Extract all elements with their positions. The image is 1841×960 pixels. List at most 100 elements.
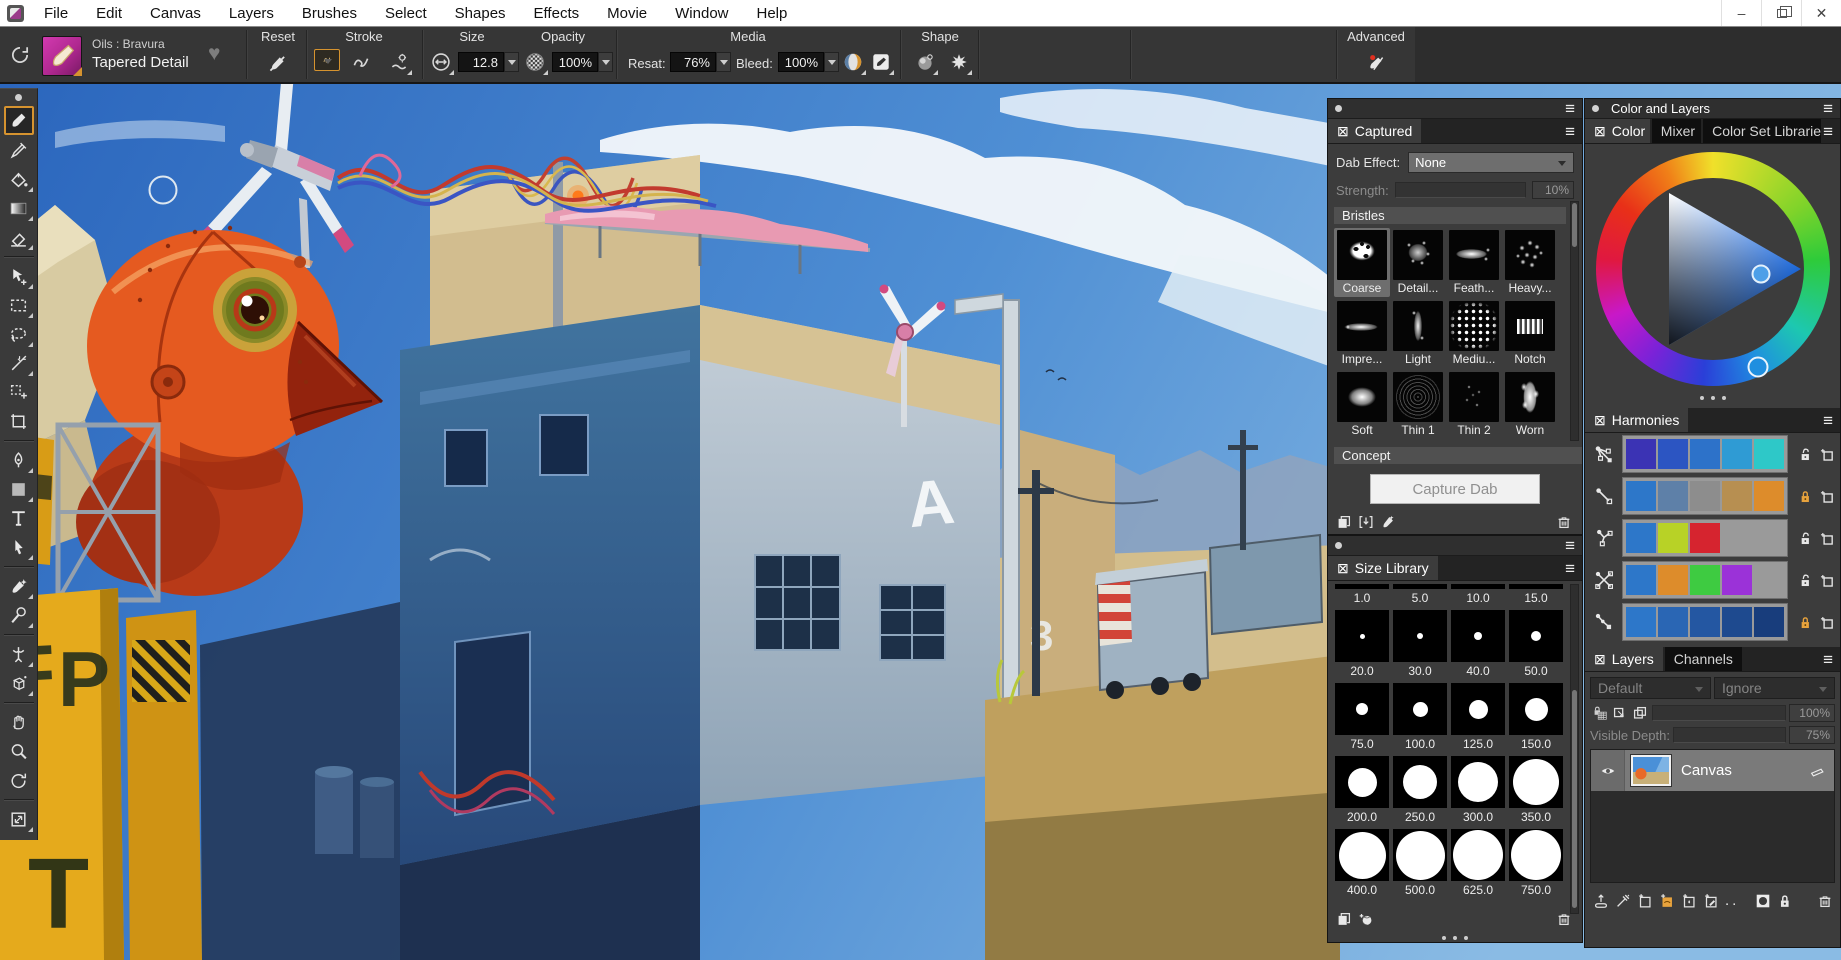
perspective-guides-tool[interactable] [4, 670, 34, 697]
tab-close-icon[interactable]: ⊠ [1594, 123, 1606, 140]
favorite-heart-icon[interactable]: ♥ [208, 42, 220, 66]
tab-close-icon[interactable]: ⊠ [1594, 651, 1606, 668]
panel-menu-icon[interactable]: ≡ [1823, 100, 1833, 117]
restore-icon[interactable] [1761, 0, 1801, 26]
harmony-swatch-strip[interactable] [1622, 561, 1788, 599]
lock-layer-icon[interactable] [1775, 891, 1794, 910]
add-swatch-icon[interactable] [1819, 529, 1836, 547]
layer-adjuster-tool[interactable] [4, 263, 34, 290]
close-icon[interactable]: ✕ [1801, 0, 1841, 26]
tetradic-harmony-icon[interactable] [1591, 567, 1617, 593]
lock-open-icon[interactable] [1797, 529, 1814, 547]
concept-header[interactable]: Concept [1334, 447, 1582, 464]
harmony-swatch[interactable] [1658, 481, 1688, 511]
size-item-15.0[interactable]: 15.0 [1507, 583, 1565, 609]
visible-depth-slider[interactable] [1673, 727, 1786, 743]
tab-size-library[interactable]: ⊠ Size Library [1328, 556, 1438, 580]
delete-size-icon[interactable] [1554, 910, 1573, 929]
new-watercolor-layer-icon[interactable] [1657, 891, 1676, 910]
menu-select[interactable]: Select [371, 0, 441, 26]
size-item-300.0[interactable]: 300.0 [1449, 755, 1507, 828]
harmony-swatch[interactable] [1626, 439, 1656, 469]
harmony-swatch[interactable] [1754, 607, 1784, 637]
size-item-100.0[interactable]: 100.0 [1391, 682, 1449, 755]
pickup-underlying-icon[interactable] [1610, 703, 1629, 722]
menu-brushes[interactable]: Brushes [288, 0, 371, 26]
complementary-harmony-icon[interactable] [1591, 483, 1617, 509]
restore-default-variant-icon[interactable] [7, 42, 33, 68]
resat-value[interactable]: 76% [670, 52, 716, 72]
analogous-harmony-icon[interactable] [1591, 441, 1617, 467]
add-swatch-icon[interactable] [1819, 571, 1836, 589]
size-item-750.0[interactable]: 750.0 [1507, 828, 1565, 901]
strength-slider[interactable] [1395, 182, 1526, 198]
tab-channels[interactable]: Channels [1665, 647, 1742, 671]
bristle-dab-detail-[interactable]: Detail... [1390, 228, 1446, 297]
straight-line-stroke-icon[interactable] [348, 49, 374, 75]
bristle-dab-heavy-[interactable]: Heavy... [1502, 228, 1558, 297]
dropper-tool[interactable] [4, 137, 34, 164]
harmony-swatch[interactable] [1658, 607, 1688, 637]
bristle-dab-worn[interactable]: Worn [1502, 370, 1558, 439]
divine-proportion-tool[interactable] [4, 641, 34, 668]
bleed-value[interactable]: 100% [778, 52, 824, 72]
harmony-swatch[interactable] [1626, 523, 1656, 553]
harmony-swatch[interactable] [1658, 523, 1688, 553]
harmony-swatch[interactable] [1690, 481, 1720, 511]
layer-visibility-eye-icon[interactable] [1598, 761, 1617, 780]
lock-closed-icon[interactable] [1797, 487, 1814, 505]
menu-shapes[interactable]: Shapes [441, 0, 520, 26]
bleed-dropdown-icon[interactable] [824, 52, 839, 72]
bristle-dab-thin-2[interactable]: Thin 2 [1446, 370, 1502, 439]
apply-dab-icon[interactable] [1378, 513, 1397, 532]
size-library-options-icon[interactable]: ≡ [1565, 556, 1582, 580]
cloner-tool[interactable] [4, 573, 34, 600]
harmony-swatch[interactable] [1754, 481, 1784, 511]
size-item-625.0[interactable]: 625.0 [1449, 828, 1507, 901]
copy-size-icon[interactable] [1334, 910, 1353, 929]
harmony-swatch-strip[interactable] [1622, 603, 1788, 641]
tab-captured[interactable]: ⊠ Captured [1328, 119, 1421, 143]
sv-marker[interactable] [1752, 266, 1769, 283]
harmony-swatch[interactable] [1754, 439, 1784, 469]
opacity-icon[interactable] [522, 49, 548, 75]
menu-effects[interactable]: Effects [520, 0, 594, 26]
new-liquid-ink-layer-icon[interactable] [1679, 891, 1698, 910]
size-item-400.0[interactable]: 400.0 [1333, 828, 1391, 901]
harmony-swatch-strip[interactable] [1622, 519, 1788, 557]
harmony-swatch[interactable] [1626, 565, 1656, 595]
split-complementary-harmony-icon[interactable] [1591, 525, 1617, 551]
lock-open-icon[interactable] [1797, 571, 1814, 589]
magnifier-tool[interactable] [4, 738, 34, 765]
size-item-350.0[interactable]: 350.0 [1507, 755, 1565, 828]
bristle-dab-notch[interactable]: Notch [1502, 299, 1558, 368]
tab-harmonies[interactable]: ⊠ Harmonies [1585, 408, 1688, 432]
bristle-dab-coarse[interactable]: Coarse [1334, 228, 1390, 297]
captured-titlebar[interactable]: ≡ [1328, 99, 1582, 119]
harmony-swatch-strip[interactable] [1622, 477, 1788, 515]
tab-close-icon[interactable]: ⊠ [1337, 123, 1349, 140]
size-item-40.0[interactable]: 40.0 [1449, 609, 1507, 682]
stroke-options-icon[interactable] [386, 49, 412, 75]
bristle-dab-light[interactable]: Light [1390, 299, 1446, 368]
window-mode-tool[interactable] [4, 806, 34, 833]
layers-options-icon[interactable]: ≡ [1823, 647, 1840, 671]
lock-open-icon[interactable] [1797, 445, 1814, 463]
size-item-1.0[interactable]: 1.0 [1333, 583, 1391, 609]
layer-commands-icon[interactable] [1613, 891, 1632, 910]
harmony-swatch[interactable] [1658, 439, 1688, 469]
delete-layer-icon[interactable] [1815, 891, 1834, 910]
captured-options-icon[interactable]: ≡ [1565, 119, 1582, 143]
text-tool[interactable] [4, 505, 34, 532]
menu-edit[interactable]: Edit [82, 0, 136, 26]
color-layers-titlebar[interactable]: Color and Layers ≡ [1585, 99, 1840, 119]
harmony-swatch[interactable] [1626, 481, 1656, 511]
add-swatch-icon[interactable] [1819, 487, 1836, 505]
panel-grip-icon[interactable] [1592, 105, 1599, 112]
panel-grip-icon[interactable] [1335, 542, 1342, 549]
size-item-75.0[interactable]: 75.0 [1333, 682, 1391, 755]
color-options-icon[interactable]: ≡ [1823, 119, 1840, 143]
opacity-value[interactable]: 100% [552, 52, 598, 72]
harmony-swatch[interactable] [1722, 481, 1752, 511]
dodge-tool[interactable] [4, 602, 34, 629]
